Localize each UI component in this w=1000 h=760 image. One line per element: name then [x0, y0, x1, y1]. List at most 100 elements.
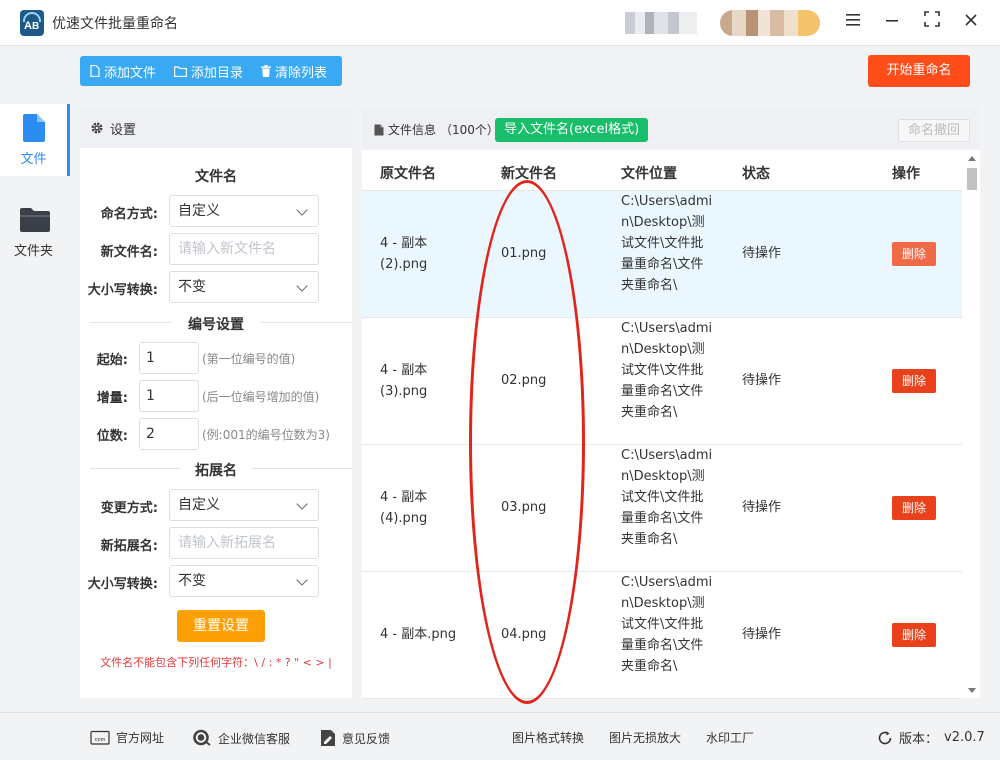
file-location: C:\Users\admin\Desktop\测试文件\文件批量重命名\文件夹重…	[621, 448, 713, 547]
file-list-header: 文件信息 （100个） 导入文件名(excel格式) 命名撤回	[362, 108, 980, 150]
ext-case-select[interactable]: 不变	[169, 565, 319, 597]
website-icon: com	[90, 730, 110, 745]
refresh-icon	[878, 731, 892, 744]
settings-header: 设置	[80, 108, 352, 148]
nav-item-file[interactable]: 文件	[0, 104, 70, 176]
settings-title: 设置	[110, 122, 137, 138]
digits-label: 位数:	[96, 429, 128, 444]
delete-button[interactable]: 删除	[892, 496, 936, 520]
column-header-new[interactable]: 新文件名	[501, 163, 557, 183]
close-icon[interactable]	[958, 10, 984, 34]
scroll-up-arrow-icon[interactable]	[968, 156, 976, 161]
status-text: 待操作	[742, 373, 782, 388]
add-dir-button[interactable]: 添加目录	[164, 56, 251, 86]
digits-hint: (例:001的编号位数为3)	[202, 428, 330, 442]
file-info-label: 文件信息	[388, 123, 437, 137]
start-rename-button[interactable]: 开始重命名	[868, 55, 970, 87]
naming-mode-select[interactable]: 自定义	[169, 195, 319, 227]
file-info: 文件信息 （100个）	[374, 121, 499, 138]
new-ext-input[interactable]	[169, 527, 319, 559]
file-count: （100个）	[440, 123, 499, 137]
chevron-down-icon	[296, 498, 308, 510]
digits-input[interactable]	[139, 418, 199, 450]
image-enlarge-link[interactable]: 图片无损放大	[609, 729, 681, 746]
folder-icon	[20, 208, 50, 232]
nav-item-folder[interactable]: 文件夹	[0, 196, 70, 268]
add-file-button[interactable]: 添加文件	[80, 56, 164, 86]
watermark-factory-link[interactable]: 水印工厂	[706, 729, 754, 746]
column-header-original[interactable]: 原文件名	[380, 163, 436, 183]
title-bar: AB 优速文件批量重命名	[0, 0, 1000, 46]
nav-item-label: 文件夹	[13, 244, 53, 259]
step-input[interactable]	[139, 380, 199, 412]
table-row[interactable]: 4 - 副本 (3).png 02.png C:\Users\admin\Des…	[362, 318, 962, 445]
new-name-input[interactable]	[169, 233, 319, 265]
file-icon	[374, 124, 384, 135]
column-header-location[interactable]: 文件位置	[621, 163, 677, 183]
image-enlarge-label: 图片无损放大	[609, 731, 682, 745]
original-filename: 4 - 副本.png	[380, 627, 457, 642]
start-hint: (第一位编号的值)	[202, 352, 296, 366]
image-convert-label: 图片格式转换	[512, 731, 585, 745]
file-icon	[23, 114, 45, 142]
blurred-avatar[interactable]	[720, 10, 820, 36]
naming-mode-label: 命名方式:	[100, 207, 158, 222]
feedback-icon	[321, 730, 335, 746]
table-row[interactable]: 4 - 副本 (2).png 01.png C:\Users\admin\Des…	[362, 191, 962, 318]
feedback-link[interactable]: 意见反馈	[320, 729, 390, 747]
ext-case-label: 大小写转换:	[87, 577, 158, 592]
start-label: 起始:	[96, 353, 128, 368]
file-location: C:\Users\admin\Desktop\测试文件\文件批量重命名\文件夹重…	[621, 194, 713, 293]
chevron-down-icon	[296, 574, 308, 586]
add-dir-label: 添加目录	[191, 65, 244, 81]
status-text: 待操作	[742, 627, 782, 642]
watermark-label: 水印工厂	[706, 731, 755, 745]
undo-rename-button[interactable]: 命名撤回	[898, 119, 970, 142]
ext-mode-select[interactable]: 自定义	[169, 489, 319, 521]
nav-item-label: 文件	[20, 152, 47, 167]
start-input[interactable]	[139, 342, 199, 374]
gear-icon	[91, 122, 103, 134]
vertical-scrollbar[interactable]	[964, 150, 980, 698]
app-title: 优速文件批量重命名	[52, 16, 178, 32]
import-excel-button[interactable]: 导入文件名(excel格式)	[495, 118, 649, 142]
version-number: v2.0.7	[944, 730, 985, 745]
table-row[interactable]: 4 - 副本 (4).png 03.png C:\Users\admin\Des…	[362, 445, 962, 572]
filename-warning: 文件名不能包含下列任何字符：\ / : * ? " < > |	[100, 656, 332, 669]
file-location: C:\Users\admin\Desktop\测试文件\文件批量重命名\文件夹重…	[621, 321, 713, 420]
minimize-icon[interactable]	[879, 10, 905, 34]
version-label: 版本：	[899, 732, 939, 747]
footer: com 官方网址 企业微信客服 意见反馈 图片格式转换 图片无损放大 水印工厂 …	[0, 712, 1000, 760]
case-select[interactable]: 不变	[169, 271, 319, 303]
settings-panel: 设置 文件名 命名方式: 自定义 新文件名: 大小写转换: 不变 编号设置 起始…	[80, 108, 352, 698]
ext-case-value: 不变	[178, 573, 206, 589]
delete-button[interactable]: 删除	[892, 623, 936, 647]
reset-settings-button[interactable]: 重置设置	[177, 610, 265, 642]
website-label: 官方网址	[116, 731, 165, 745]
maximize-icon[interactable]	[919, 10, 945, 34]
file-icon	[90, 65, 100, 77]
trash-icon	[261, 65, 272, 77]
column-header-status[interactable]: 状态	[742, 163, 770, 183]
chevron-down-icon	[296, 280, 308, 292]
new-filename: 03.png	[501, 500, 547, 515]
original-filename: 4 - 副本 (4).png	[380, 490, 428, 526]
svg-text:com: com	[95, 737, 106, 743]
delete-button[interactable]: 删除	[892, 369, 936, 393]
wechat-support-link[interactable]: 企业微信客服	[192, 729, 290, 747]
left-nav: 文件 文件夹	[0, 46, 70, 712]
scroll-down-arrow-icon[interactable]	[968, 688, 976, 693]
website-link[interactable]: com 官方网址	[90, 729, 164, 746]
clear-list-button[interactable]: 清除列表	[251, 56, 335, 86]
version-info: 版本： v2.0.7	[877, 728, 985, 747]
blurred-user-info	[625, 12, 697, 34]
table-row[interactable]: 4 - 副本.png 04.png C:\Users\admin\Desktop…	[362, 572, 962, 699]
scroll-thumb[interactable]	[967, 168, 977, 190]
image-format-convert-link[interactable]: 图片格式转换	[512, 729, 584, 746]
case-label: 大小写转换:	[87, 283, 158, 298]
delete-button[interactable]: 删除	[892, 242, 936, 266]
original-filename: 4 - 副本 (2).png	[380, 236, 428, 272]
menu-icon[interactable]	[840, 10, 866, 34]
case-value: 不变	[178, 279, 206, 295]
app-logo-icon: AB	[20, 10, 44, 36]
